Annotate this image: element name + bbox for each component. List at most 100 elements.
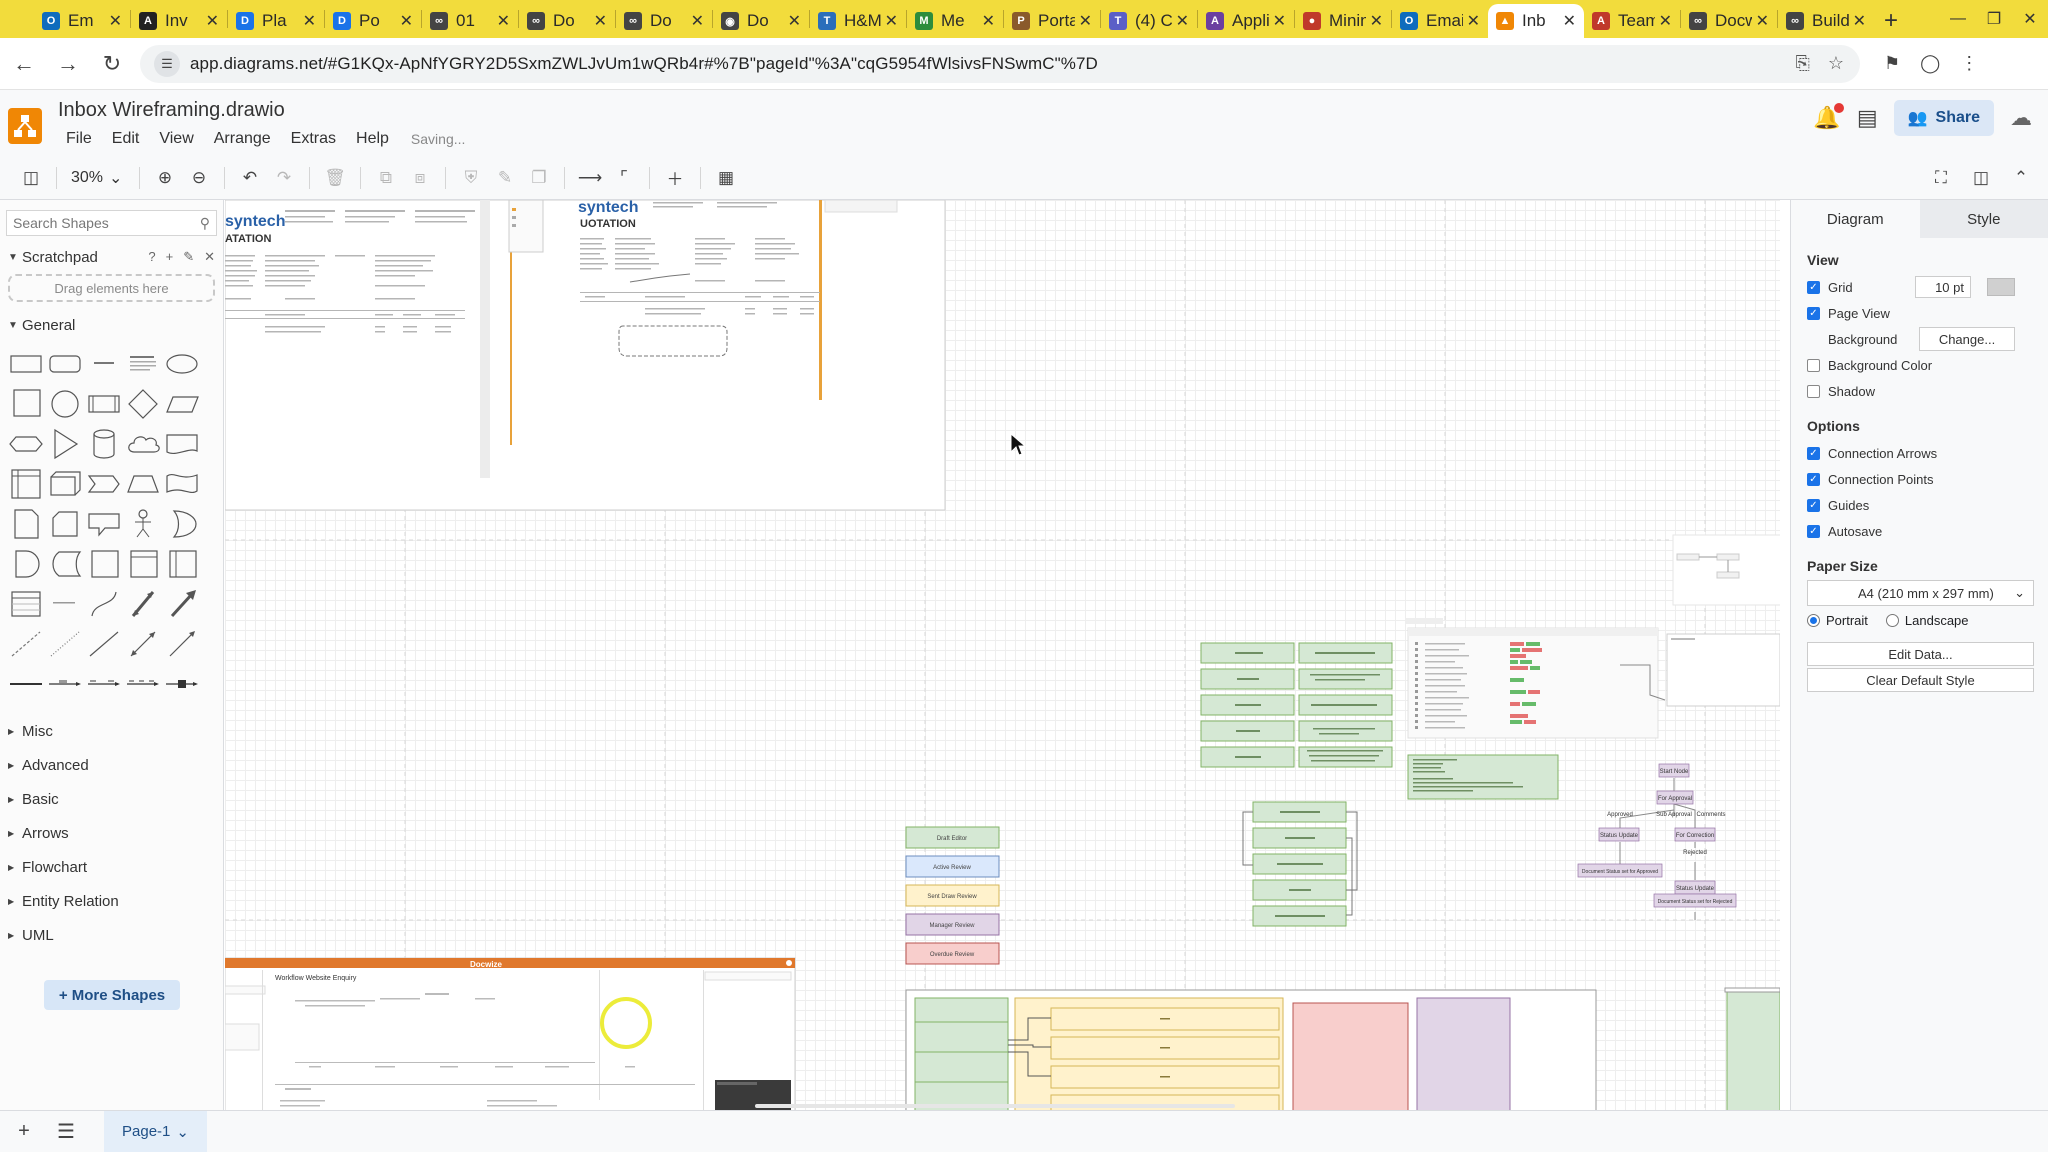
close-tab-icon[interactable]: ✕ [1659, 11, 1672, 31]
close-tab-icon[interactable]: ✕ [691, 11, 704, 31]
scratchpad-header[interactable]: ▼ Scratchpad ? + ✎ ✕ [0, 242, 223, 272]
shape-list[interactable] [8, 584, 44, 624]
browser-tab[interactable]: ∞ Buildi✕ [1778, 4, 1874, 38]
shape-trapezoid[interactable] [125, 464, 161, 504]
shape-dashed-line[interactable] [8, 624, 44, 664]
connection-points-checkbox[interactable]: ✓ [1807, 472, 1820, 486]
undo-icon[interactable]: ↶ [233, 163, 267, 193]
zoom-in-icon[interactable]: ⊕ [148, 163, 182, 193]
browser-tab[interactable]: M Me ✕ [907, 4, 1003, 38]
close-window-icon[interactable]: ✕ [2012, 0, 2048, 38]
shape-or[interactable] [164, 504, 200, 544]
browser-tab[interactable]: ◉ Do ✕ [713, 4, 809, 38]
add-icon[interactable]: + [166, 249, 174, 265]
fill-color-icon[interactable]: ⛨ [454, 163, 488, 193]
shape-textbox[interactable] [125, 344, 161, 384]
close-tab-icon[interactable]: ✕ [982, 11, 995, 31]
category-entity-relation[interactable]: ▶ Entity Relation [0, 884, 223, 918]
close-tab-icon[interactable]: ✕ [1467, 11, 1480, 31]
share-button[interactable]: 👥 Share [1893, 100, 1994, 136]
table-icon[interactable]: ▦ [709, 163, 743, 193]
browser-tab[interactable]: ● Mining✕ [1295, 4, 1391, 38]
shape-step[interactable] [86, 464, 122, 504]
browser-tab[interactable]: D Po ✕ [325, 4, 421, 38]
close-tab-icon[interactable]: ✕ [400, 11, 413, 31]
menu-edit[interactable]: Edit [112, 130, 140, 148]
new-tab-icon[interactable]: + [1874, 4, 1908, 38]
status-descriptions-table[interactable] [1200, 642, 1393, 768]
close-tab-icon[interactable]: ✕ [206, 11, 219, 31]
clear-default-style-button[interactable]: Clear Default Style [1807, 668, 2034, 692]
grid-size-input[interactable]: 10 pt [1915, 276, 1971, 298]
search-icon[interactable]: ⚲ [200, 215, 210, 232]
shape-text[interactable] [86, 344, 122, 384]
shape-curve[interactable] [86, 584, 122, 624]
shape-and[interactable] [8, 544, 44, 584]
site-info-icon[interactable]: ☰ [154, 50, 180, 77]
url-omnibox[interactable]: ☰ app.diagrams.net/#G1KQx-ApNfYGRY2D5Sxm… [140, 44, 1860, 83]
background-color-checkbox[interactable] [1807, 358, 1820, 372]
general-header[interactable]: ▼ General [0, 310, 223, 340]
info-note-box[interactable] [1407, 754, 1559, 800]
more-shapes-button[interactable]: + More Shapes [44, 980, 180, 1010]
shape-connector-3-labels[interactable] [125, 664, 161, 704]
category-arrows[interactable]: ▶ Arrows [0, 816, 223, 850]
category-basic[interactable]: ▶ Basic [0, 782, 223, 816]
insert-icon[interactable]: ＋ [658, 163, 692, 193]
close-tab-icon[interactable]: ✕ [1370, 11, 1383, 31]
shadow-icon[interactable]: ❐ [522, 163, 556, 193]
page-view-option[interactable]: ✓ Page View [1791, 300, 2048, 326]
browser-tab[interactable]: T (4) Ch✕ [1101, 4, 1197, 38]
quotation-image[interactable]: syntech ATATION syntech UOTATION [225, 200, 946, 511]
shape-vertical-container[interactable] [164, 544, 200, 584]
delete-icon[interactable]: 🗑 [318, 163, 352, 193]
line-color-icon[interactable]: ✎ [488, 163, 522, 193]
menu-view[interactable]: View [159, 130, 193, 148]
shape-callout[interactable] [86, 504, 122, 544]
connection-arrows-option[interactable]: ✓ Connection Arrows [1791, 440, 2048, 466]
category-advanced[interactable]: ▶ Advanced [0, 748, 223, 782]
tab-diagram[interactable]: Diagram [1791, 200, 1920, 238]
close-tab-icon[interactable]: ✕ [1079, 11, 1092, 31]
shape-cloud[interactable] [125, 424, 161, 464]
close-tab-icon[interactable]: ✕ [1563, 11, 1576, 31]
restore-icon[interactable]: ❐ [1976, 0, 2012, 38]
comments-icon[interactable]: ▤ [1857, 105, 1878, 131]
grid-option[interactable]: ✓ Grid 10 pt [1791, 274, 2048, 300]
close-tab-icon[interactable]: ✕ [1756, 11, 1769, 31]
shape-line[interactable] [86, 624, 122, 664]
shape-circle[interactable] [47, 384, 83, 424]
page-tab[interactable]: Page-1 ⌄ [104, 1110, 207, 1152]
shape-rectangle[interactable] [8, 344, 44, 384]
shape-bidirectional-arrow[interactable] [125, 584, 161, 624]
browser-tab[interactable]: D Pla ✕ [228, 4, 324, 38]
green-flow[interactable] [1242, 801, 1358, 927]
shape-card[interactable] [47, 504, 83, 544]
portrait-radio-dot[interactable] [1807, 613, 1820, 627]
collapse-icon[interactable]: ⌃ [2004, 163, 2038, 193]
zoom-out-icon[interactable]: ⊖ [182, 163, 216, 193]
inbox-wireframe[interactable] [905, 987, 1780, 1110]
shape-cylinder[interactable] [86, 424, 122, 464]
shape-cube[interactable] [47, 464, 83, 504]
fullscreen-icon[interactable]: ⛶ [1924, 163, 1958, 193]
portrait-radio[interactable]: Portrait [1807, 613, 1868, 628]
close-tab-icon[interactable]: ✕ [303, 11, 316, 31]
page-view-checkbox[interactable]: ✓ [1807, 306, 1820, 320]
change-background-button[interactable]: Change... [1919, 327, 2015, 351]
shape-tape[interactable] [164, 464, 200, 504]
shape-list-item[interactable] [47, 584, 83, 624]
shape-diamond[interactable] [125, 384, 161, 424]
browser-tab[interactable]: P Portal✕ [1004, 4, 1100, 38]
browser-tab[interactable]: T H&M ✕ [810, 4, 906, 38]
shape-actor[interactable] [125, 504, 161, 544]
shape-connector-symbol[interactable] [164, 664, 200, 704]
to-back-icon[interactable]: ⧈ [403, 163, 437, 193]
shape-arrow[interactable] [164, 584, 200, 624]
shape-data-storage[interactable] [47, 544, 83, 584]
browser-tab[interactable]: ∞ Do ✕ [616, 4, 712, 38]
browser-tab[interactable]: O Em ✕ [34, 4, 130, 38]
close-tab-icon[interactable]: ✕ [788, 11, 801, 31]
browser-tab-active[interactable]: ▲ Inb ✕ [1488, 4, 1584, 38]
shape-connector-2-labels[interactable] [86, 664, 122, 704]
